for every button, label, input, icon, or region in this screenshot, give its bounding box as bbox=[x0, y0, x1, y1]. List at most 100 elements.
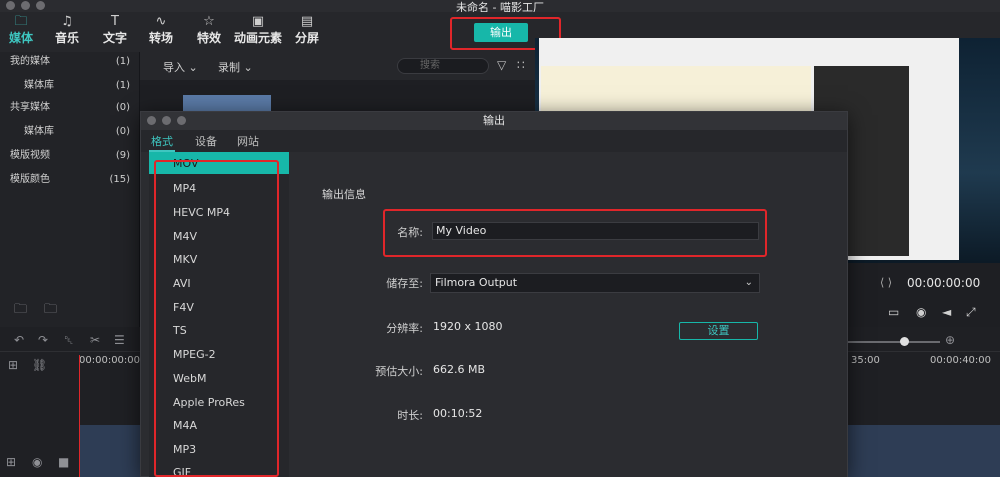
library-template-color[interactable]: 模版颜色 (15) bbox=[0, 170, 140, 190]
eye-icon[interactable]: ◉ bbox=[32, 455, 42, 469]
tab-media[interactable]: 🗀 媒体 bbox=[6, 14, 36, 50]
add-track-icon[interactable]: ⊞ bbox=[8, 358, 18, 372]
adjust-icon[interactable]: ☰ bbox=[114, 333, 125, 347]
import-dropdown[interactable]: 导入 ⌄ bbox=[163, 59, 198, 75]
title-bar: 未命名 - 喵影工厂 bbox=[0, 0, 1000, 14]
library-item-count: (0) bbox=[115, 102, 130, 113]
zoom-slider-knob[interactable] bbox=[900, 337, 909, 346]
dialog-close-button[interactable] bbox=[147, 116, 156, 125]
record-label: 录制 bbox=[218, 61, 240, 74]
library-item-label: 我的媒体 bbox=[10, 56, 50, 67]
chevron-down-icon: ⌄ bbox=[744, 277, 753, 288]
tab-music[interactable]: ♫ 音乐 bbox=[52, 14, 82, 50]
settings-button[interactable]: 设置 bbox=[679, 322, 758, 340]
library-template-video[interactable]: 模版视频 (9) bbox=[0, 146, 140, 166]
size-label: 预估大小: bbox=[375, 365, 423, 378]
tab-splitscreen[interactable]: ▤ 分屏 bbox=[292, 14, 322, 50]
dialog-zoom-button[interactable] bbox=[177, 116, 186, 125]
save-to-select[interactable]: Filmora Output ⌄ bbox=[430, 273, 760, 293]
library-item-count: (15) bbox=[109, 174, 130, 185]
tab-music-label: 音乐 bbox=[54, 31, 79, 45]
import-label: 导入 bbox=[163, 61, 185, 74]
library-panel: 我的媒体 (1) 媒体库 (1) 共享媒体 (0) 媒体库 (0) 模版视频 (… bbox=[0, 52, 140, 327]
splitscreen-icon: ▤ bbox=[300, 14, 314, 29]
dialog-title: 输出 bbox=[141, 112, 847, 130]
tab-text-label: 文字 bbox=[102, 31, 127, 45]
library-item-count: (9) bbox=[115, 150, 130, 161]
library-item-label: 模版颜色 bbox=[10, 174, 50, 185]
link-icon[interactable]: ⛓ bbox=[32, 358, 47, 372]
tab-effects[interactable]: ☆ 特效 bbox=[194, 14, 224, 50]
zoom-slider[interactable] bbox=[840, 341, 940, 343]
undo-icon[interactable]: ↶ bbox=[14, 333, 24, 347]
resolution-value: 1920 x 1080 bbox=[433, 320, 503, 333]
duration-value: 00:10:52 bbox=[433, 407, 483, 420]
dialog-tabs: 格式 设备 网站 bbox=[141, 130, 847, 152]
tab-text[interactable]: T 文字 bbox=[100, 14, 130, 50]
tab-elements[interactable]: ▣ 动画元素 bbox=[234, 14, 282, 50]
scissors-icon[interactable]: ✂ bbox=[90, 333, 100, 347]
tab-website[interactable]: 网站 bbox=[237, 133, 259, 149]
library-item-label: 媒体库 bbox=[24, 80, 54, 91]
tab-media-label: 媒体 bbox=[8, 31, 33, 45]
ruler-label-35: 35:00 bbox=[851, 355, 880, 366]
output-info-pane: 输出信息 名称: My Video 储存至: Filmora Output ⌄ … bbox=[289, 152, 847, 477]
library-item-label: 媒体库 bbox=[24, 126, 54, 137]
tab-elements-label: 动画元素 bbox=[234, 31, 283, 45]
lock-icon[interactable]: ■ bbox=[58, 455, 69, 469]
trash-icon[interactable]: ␡ bbox=[64, 333, 74, 348]
library-my-media[interactable]: 我的媒体 (1) bbox=[0, 52, 140, 72]
tab-device[interactable]: 设备 bbox=[195, 133, 217, 149]
redo-icon[interactable]: ↷ bbox=[38, 333, 48, 347]
output-info-title: 输出信息 bbox=[322, 188, 366, 201]
timeline-clip[interactable] bbox=[80, 425, 140, 477]
frame-step-arrows[interactable]: ⟨ ⟩ bbox=[880, 276, 892, 289]
tab-transition[interactable]: ∿ 转场 bbox=[146, 14, 176, 50]
resolution-label: 分辨率: bbox=[386, 322, 423, 335]
zoom-in-icon[interactable]: ⊕ bbox=[945, 333, 955, 347]
display-icon[interactable]: ▭ bbox=[888, 305, 899, 319]
playhead[interactable] bbox=[79, 355, 80, 477]
media-thumbnail[interactable] bbox=[183, 95, 271, 111]
new-folder-icon[interactable]: 🗀 bbox=[14, 300, 27, 322]
save-to-label: 储存至: bbox=[386, 277, 423, 290]
dialog-minimize-button[interactable] bbox=[162, 116, 171, 125]
tab-transition-label: 转场 bbox=[148, 31, 173, 45]
effects-icon: ☆ bbox=[203, 14, 215, 29]
folder-icon: 🗀 bbox=[14, 14, 28, 29]
name-highlight-box bbox=[383, 209, 767, 257]
camera-icon[interactable]: ◉ bbox=[916, 305, 926, 319]
video-editor-window: 未命名 - 喵影工厂 🗀 媒体 ♫ 音乐 T 文字 ∿ 转场 ☆ 特效 ▣ 动画… bbox=[0, 0, 1000, 477]
music-note-icon: ♫ bbox=[61, 14, 73, 29]
library-item-count: (1) bbox=[115, 56, 130, 67]
tab-format[interactable]: 格式 bbox=[151, 133, 173, 149]
library-media-lib[interactable]: 媒体库 (1) bbox=[0, 76, 140, 96]
ruler-label-40: 00:00:40:00 bbox=[930, 355, 992, 366]
preview-timecode: 00:00:00:00 bbox=[907, 276, 981, 290]
image-icon: ▣ bbox=[251, 14, 265, 29]
library-item-label: 模版视频 bbox=[10, 150, 50, 161]
library-item-count: (1) bbox=[115, 80, 130, 91]
filter-icon[interactable]: ▽ bbox=[497, 58, 506, 72]
transition-icon: ∿ bbox=[155, 14, 167, 29]
ruler-label-start: 00:00:00:00 bbox=[79, 355, 141, 366]
grid-view-icon[interactable]: ∷ bbox=[517, 58, 525, 72]
library-item-count: (0) bbox=[115, 126, 130, 137]
fullscreen-icon[interactable]: ⤢ bbox=[966, 305, 976, 320]
tab-splitscreen-label: 分屏 bbox=[294, 31, 319, 45]
volume-icon[interactable]: ◄ bbox=[942, 305, 951, 319]
text-icon: T bbox=[111, 14, 119, 29]
record-dropdown[interactable]: 录制 ⌄ bbox=[218, 59, 253, 75]
library-shared-lib[interactable]: 媒体库 (0) bbox=[0, 122, 140, 142]
library-shared-media[interactable]: 共享媒体 (0) bbox=[0, 98, 140, 118]
save-to-value: Filmora Output bbox=[435, 276, 518, 289]
delete-folder-icon[interactable]: 🗀 bbox=[44, 300, 57, 322]
tab-effects-label: 特效 bbox=[196, 31, 221, 45]
size-value: 662.6 MB bbox=[433, 363, 486, 376]
library-item-label: 共享媒体 bbox=[10, 102, 50, 113]
format-list-highlight-box bbox=[154, 160, 279, 477]
search-input[interactable]: 搜索 bbox=[397, 58, 489, 74]
duration-label: 时长: bbox=[397, 409, 423, 422]
timeline-clip[interactable] bbox=[848, 425, 1000, 477]
track-settings-icon[interactable]: ⊞ bbox=[6, 455, 16, 469]
